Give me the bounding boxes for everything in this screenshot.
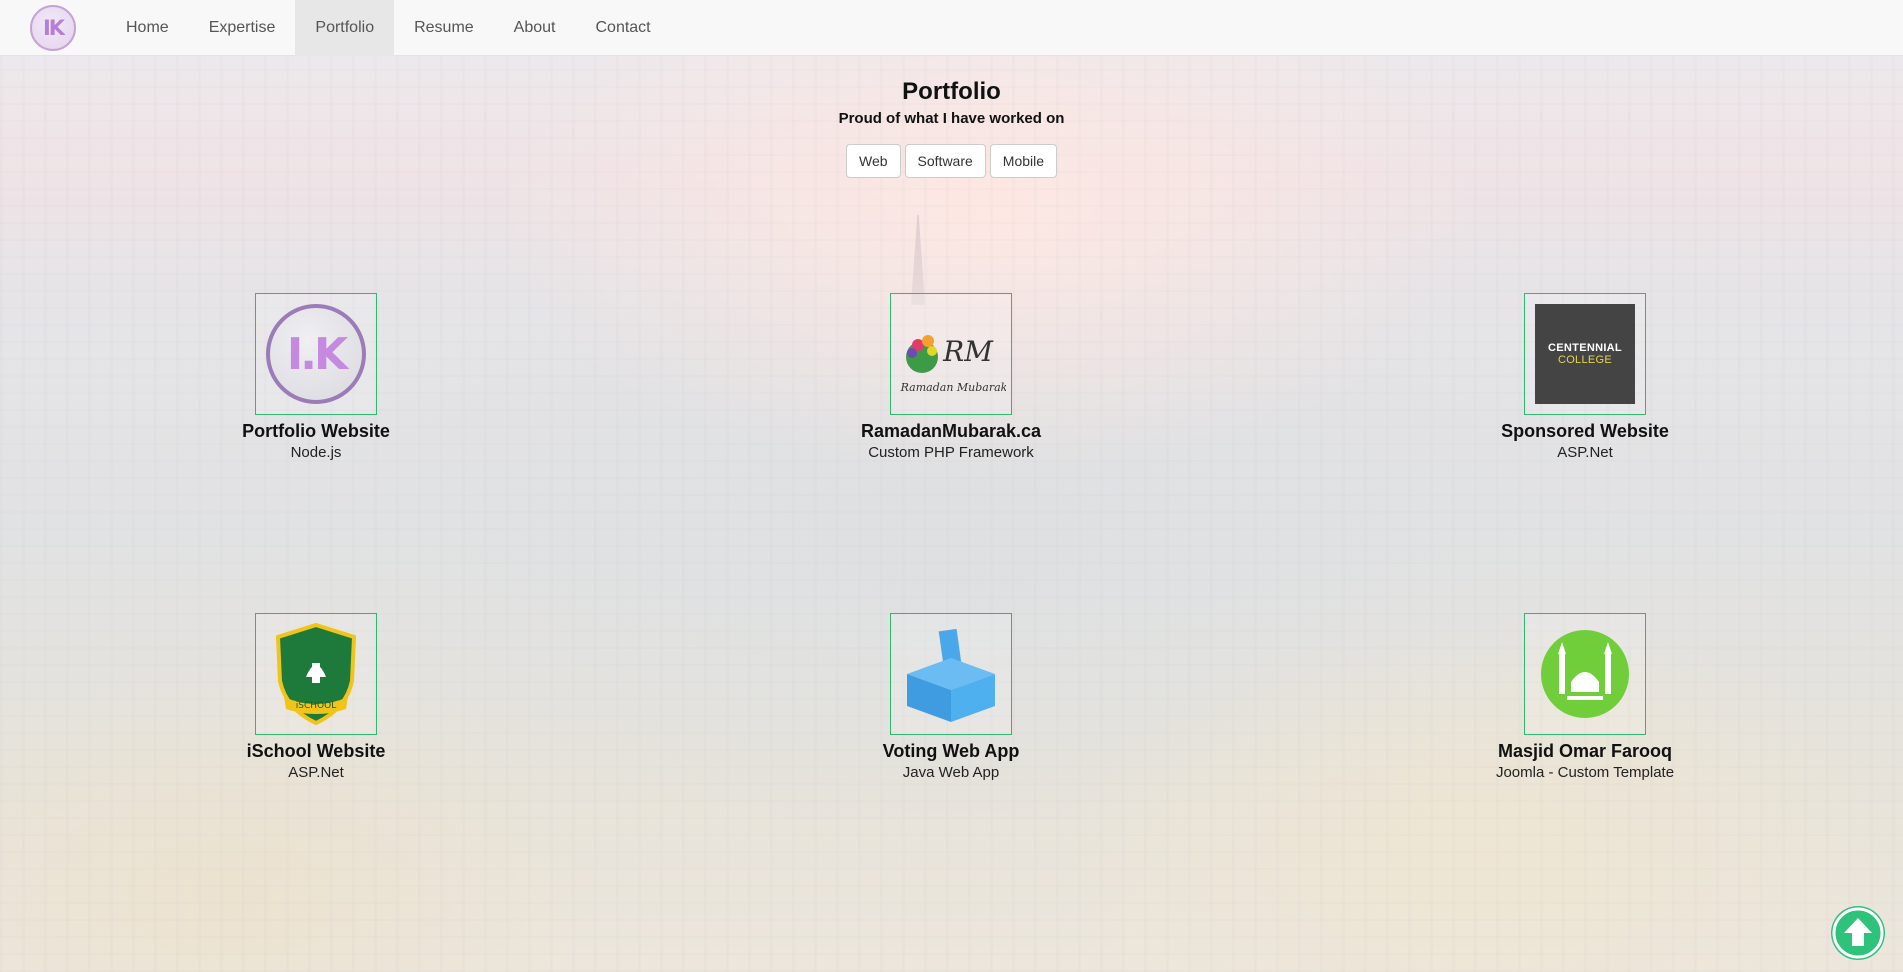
page-title: Portfolio [902, 78, 1001, 105]
portfolio-thumb[interactable] [890, 613, 1012, 735]
portfolio-item-tech: Java Web App [902, 764, 1000, 781]
centennial-logo-text: CENTENNIAL [1548, 341, 1622, 354]
portfolio-thumb[interactable]: CENTENNIAL COLLEGE [1524, 293, 1646, 415]
nav-item-portfolio[interactable]: Portfolio [295, 0, 395, 56]
portfolio-item-tech: ASP.Net [1557, 444, 1613, 461]
filter-mobile-button[interactable]: Mobile [989, 144, 1058, 178]
portfolio-filter-group: Web Software Mobile [846, 144, 1058, 178]
portfolio-item-title: RamadanMubarak.ca [860, 421, 1042, 441]
ramadan-mubarak-logo-icon: RM Ramadan Mubarak [900, 335, 1006, 394]
portfolio-item: RM Ramadan Mubarak RamadanMubarak.ca Cus… [821, 293, 1081, 461]
centennial-college-logo-icon: CENTENNIAL COLLEGE [1535, 304, 1635, 404]
portfolio-item-title: Voting Web App [882, 741, 1020, 761]
svg-text:Ramadan Mubarak: Ramadan Mubarak [900, 381, 1006, 394]
ballot-box-icon [907, 628, 995, 722]
portfolio-item-title: Masjid Omar Farooq [1497, 741, 1673, 761]
background-city-image [0, 56, 1903, 972]
ik-logo-text: I.K [286, 328, 348, 380]
brand-logo[interactable]: IK [30, 4, 76, 51]
svg-text:RM: RM [942, 335, 994, 368]
portfolio-item: iSCHOOL iSchool Website ASP.Net [186, 613, 446, 781]
nav-item-home[interactable]: Home [106, 0, 189, 56]
scroll-to-top-button[interactable] [1831, 906, 1885, 960]
college-logo-text: COLLEGE [1557, 354, 1613, 366]
portfolio-thumb[interactable]: I.K [255, 293, 377, 415]
portfolio-item: I.K Portfolio Website Node.js [186, 293, 446, 461]
nav-item-expertise[interactable]: Expertise [189, 0, 296, 56]
portfolio-thumb[interactable]: RM Ramadan Mubarak [890, 293, 1012, 415]
svg-text:iSCHOOL: iSCHOOL [296, 701, 336, 711]
portfolio-item-title: Portfolio Website [242, 421, 390, 441]
arrow-up-circle-icon [1832, 907, 1884, 959]
portfolio-item-title: Sponsored Website [1501, 421, 1669, 441]
nav-menu: Home Expertise Portfolio Resume About Co… [106, 0, 671, 56]
portfolio-item: Voting Web App Java Web App [821, 613, 1081, 781]
portfolio-item: CENTENNIAL COLLEGE Sponsored Website ASP… [1455, 293, 1715, 461]
nav-item-resume[interactable]: Resume [394, 0, 494, 56]
mosque-logo-icon [1541, 630, 1629, 718]
nav-item-about[interactable]: About [494, 0, 576, 56]
portfolio-item-tech: Custom PHP Framework [868, 444, 1034, 461]
ischool-shield-icon: iSCHOOL [275, 622, 357, 726]
eiffel-tower-silhouette [911, 215, 925, 305]
filter-software-button[interactable]: Software [904, 144, 986, 178]
portfolio-item-tech: ASP.Net [288, 764, 344, 781]
portfolio-thumb[interactable]: iSCHOOL [255, 613, 377, 735]
portfolio-item: Masjid Omar Farooq Joomla - Custom Templ… [1455, 613, 1715, 781]
navbar: IK Home Expertise Portfolio Resume About… [0, 0, 1903, 56]
portfolio-thumb[interactable] [1524, 613, 1646, 735]
portfolio-header: Portfolio Proud of what I have worked on [0, 78, 1903, 127]
filter-web-button[interactable]: Web [846, 144, 901, 178]
ik-logo-icon: IK [42, 15, 65, 40]
ik-logo-icon: I.K [266, 304, 366, 404]
portfolio-item-tech: Joomla - Custom Template [1495, 764, 1675, 781]
page-subtitle: Proud of what I have worked on [838, 110, 1065, 127]
nav-item-contact[interactable]: Contact [575, 0, 670, 56]
portfolio-item-title: iSchool Website [246, 741, 386, 761]
portfolio-item-tech: Node.js [290, 444, 342, 461]
